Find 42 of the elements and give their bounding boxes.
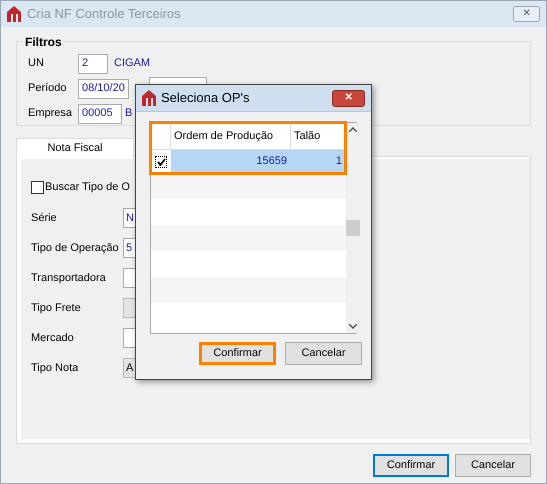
field-label: Transportadora [31,270,107,286]
input-field[interactable]: 2 [78,54,108,74]
scrollbar[interactable] [346,123,360,333]
input-field[interactable]: 00005 [78,104,122,124]
checkbox-label: Buscar Tipo de O [45,180,130,195]
input-field[interactable] [149,77,207,84]
scroll-down-icon[interactable] [349,324,357,329]
field-label: Tipo de Operação [31,240,120,256]
table-cell-text: 1 [334,154,343,169]
input-field[interactable] [123,268,136,288]
field-label: Tipo Frete [31,300,82,316]
dialog-title: Seleciona OP's [161,89,250,108]
tab[interactable]: Nota Fiscal [16,138,134,158]
app-logo-icon [142,90,156,106]
table-row[interactable]: 15659 1 [151,150,346,173]
scroll-up-icon[interactable] [349,127,357,132]
button[interactable]: Confirmar [199,342,276,365]
scroll-thumb[interactable] [346,220,360,236]
field-label: Tipo Nota [31,360,80,376]
table-cell-text: 15659 [255,154,288,169]
description-text: CIGAM [114,56,150,72]
close-button[interactable]: ✕ [332,90,365,106]
field-label: Empresa [28,106,74,122]
field-label: Período [28,81,68,96]
close-button[interactable]: ✕ [513,6,540,22]
column-header[interactable]: Ordem de Produção [171,123,291,149]
button[interactable]: Confirmar [373,454,449,477]
input-field[interactable]: N [123,208,136,228]
input-field[interactable]: 08/10/20 [78,78,129,98]
window-title: Cria NF Controle Terceiros [27,5,181,24]
checkbox[interactable] [31,180,44,194]
input-field[interactable] [123,328,136,348]
checkbox[interactable] [155,156,167,168]
input-field[interactable]: 5 [123,238,136,258]
field-label: Série [31,210,58,226]
description-text: B [125,106,132,122]
app-logo-icon [7,6,21,22]
field-label: UN [28,56,45,72]
button[interactable]: Cancelar [285,342,362,365]
button[interactable]: Cancelar [455,454,531,477]
field-label: Mercado [31,330,75,346]
column-header[interactable]: Talão [291,123,346,149]
